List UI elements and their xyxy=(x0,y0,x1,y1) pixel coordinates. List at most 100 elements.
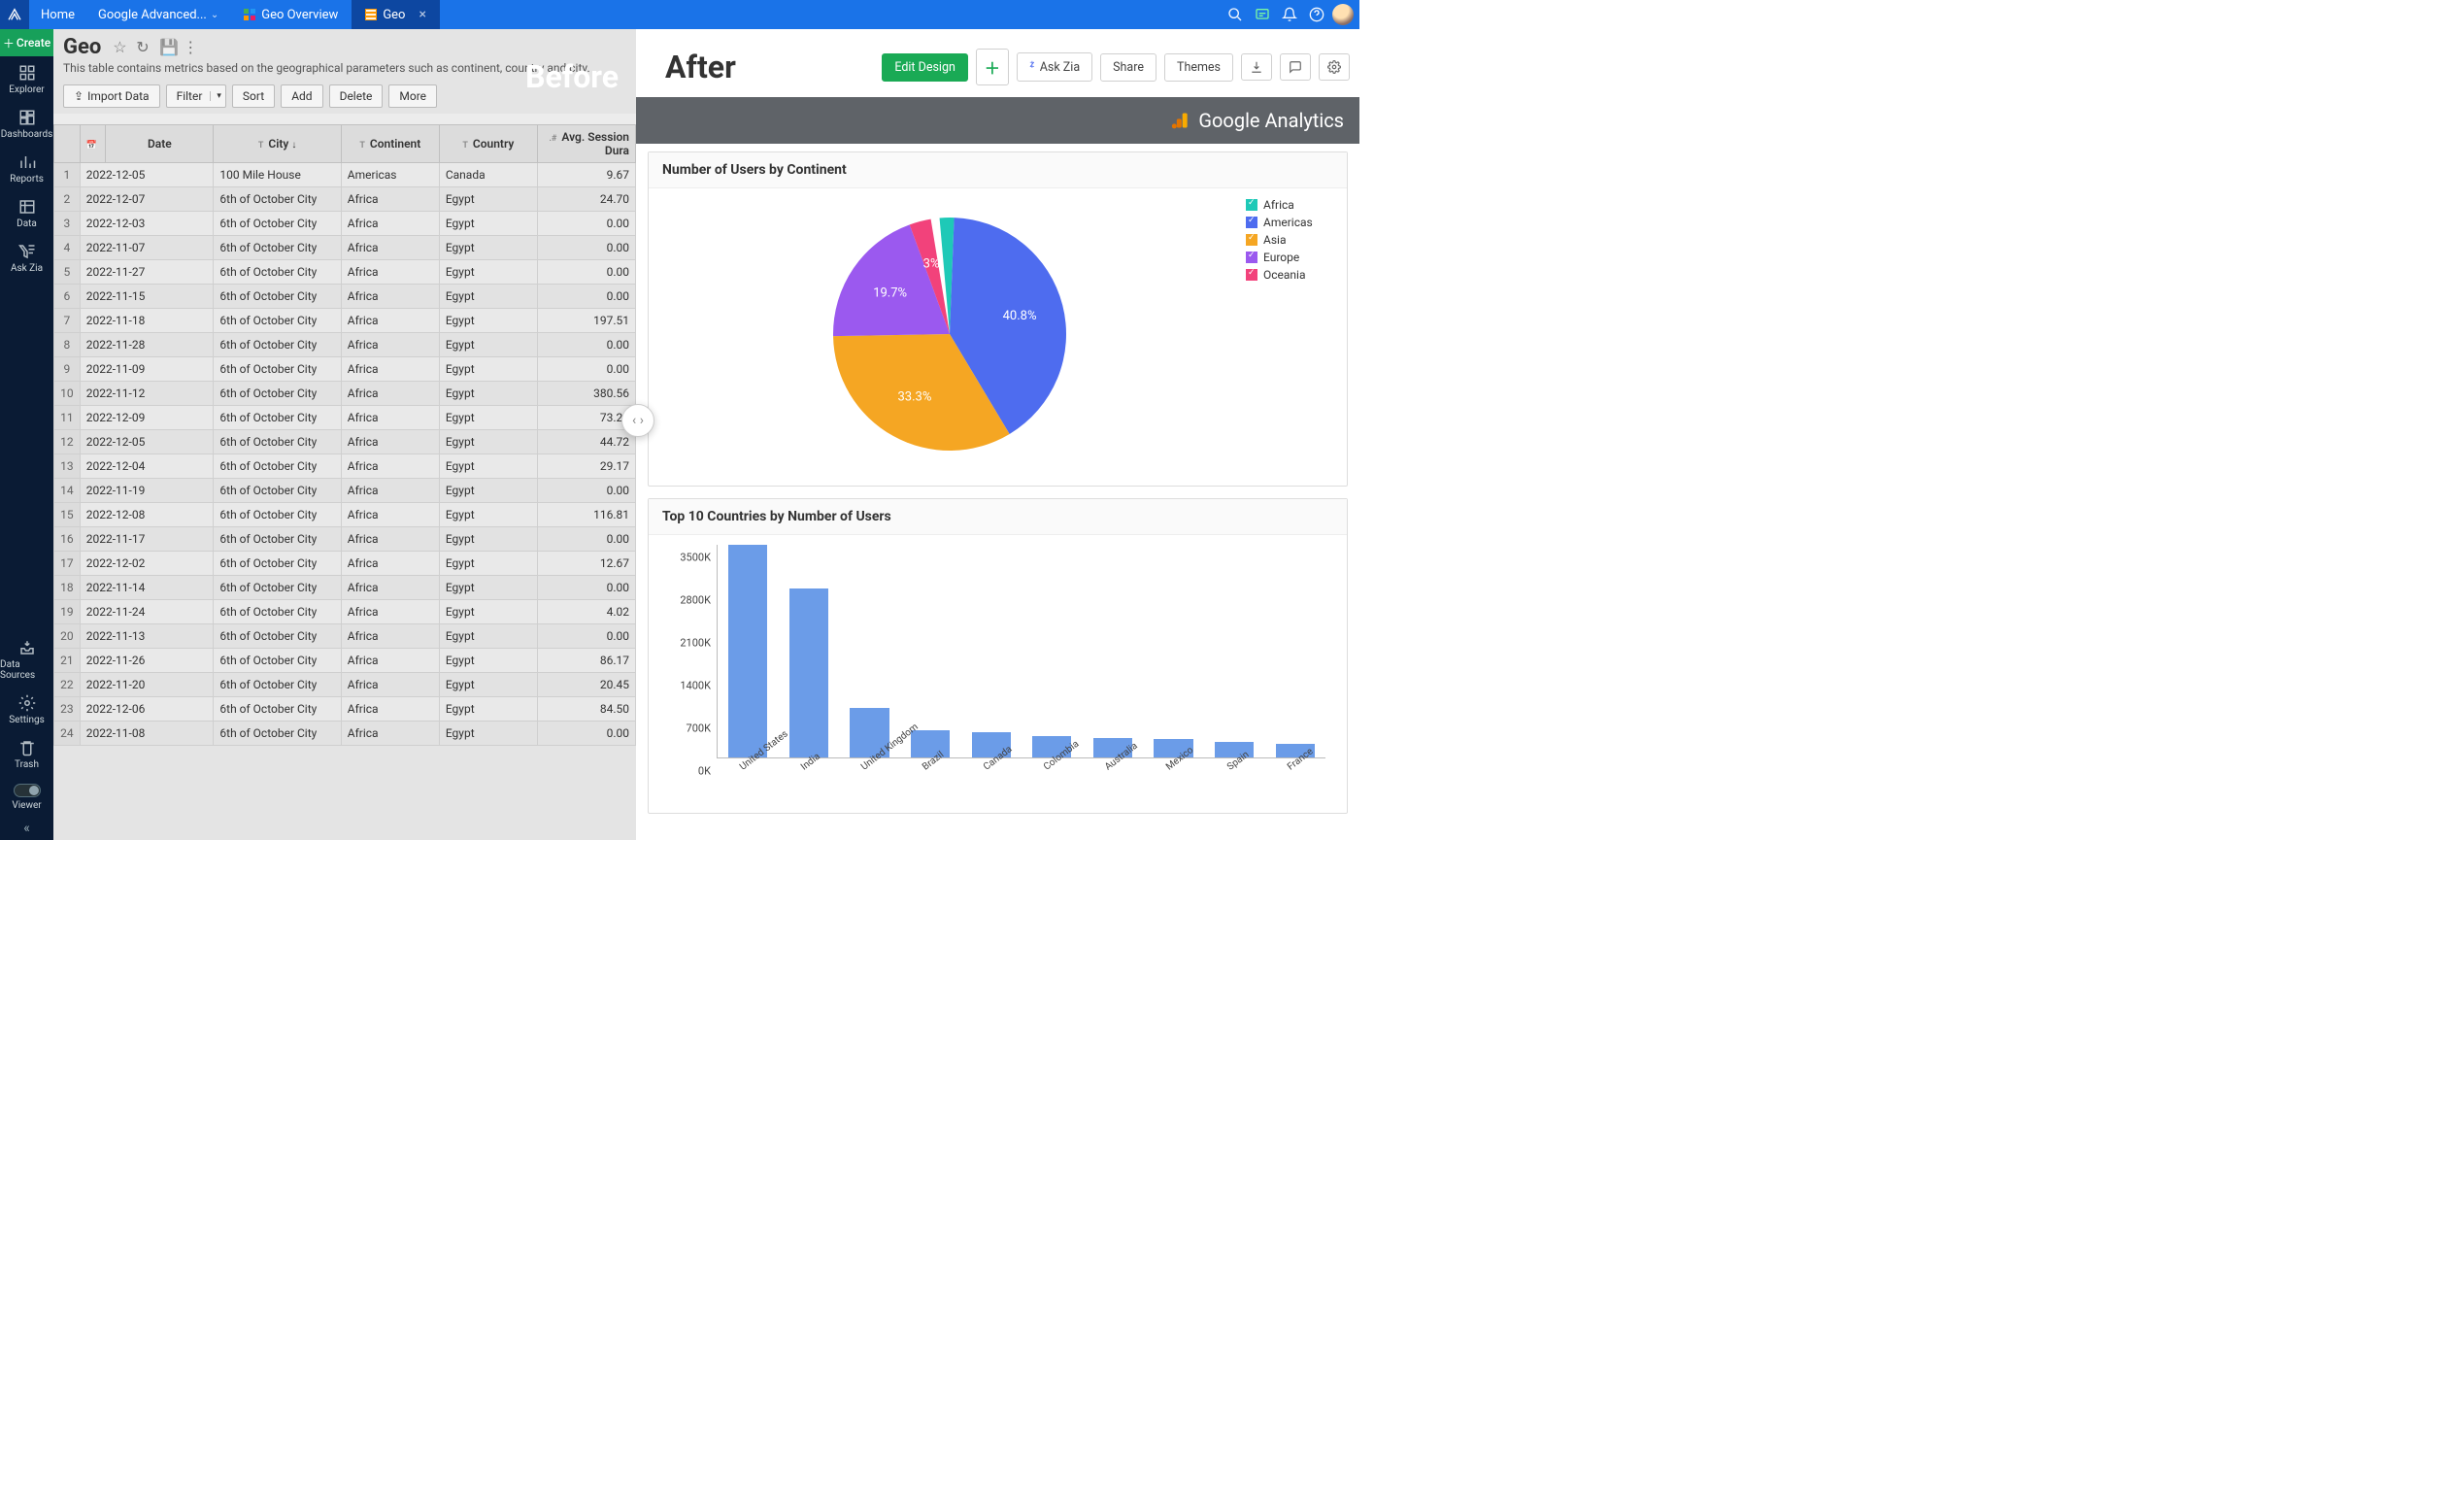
legend-swatch xyxy=(1246,269,1257,281)
breadcrumb-workspace[interactable]: Google Advanced... ⌄ xyxy=(86,0,230,29)
table-row[interactable]: 142022-11-196th of October CityAfricaEgy… xyxy=(54,479,636,503)
legend-item[interactable]: Asia xyxy=(1246,233,1333,247)
column-header[interactable]: .# Avg. Session Dura xyxy=(537,125,635,163)
table-row[interactable]: 92022-11-096th of October CityAfricaEgyp… xyxy=(54,357,636,382)
geo-table[interactable]: 📅 DateT City ↓T ContinentT Country.# Avg… xyxy=(53,124,636,746)
table-row[interactable]: 22022-12-076th of October CityAfricaEgyp… xyxy=(54,187,636,212)
legend-item[interactable]: Africa xyxy=(1246,198,1333,212)
collapse-sidebar-icon[interactable]: « xyxy=(0,817,53,840)
bar[interactable] xyxy=(911,730,950,757)
legend-item[interactable]: Oceania xyxy=(1246,268,1333,282)
save-icon[interactable]: 💾 xyxy=(159,38,175,53)
table-row[interactable]: 42022-11-076th of October CityAfricaEgyp… xyxy=(54,236,636,260)
sidebar-item-data-sources[interactable]: Data Sources xyxy=(0,631,53,687)
create-button[interactable]: ＋Create xyxy=(0,29,53,56)
table-row[interactable]: 202022-11-136th of October CityAfricaEgy… xyxy=(54,624,636,649)
bar[interactable] xyxy=(789,588,828,757)
table-row[interactable]: 222022-11-206th of October CityAfricaEgy… xyxy=(54,673,636,697)
split-handle[interactable]: ‹ › xyxy=(621,404,654,437)
star-icon[interactable]: ☆ xyxy=(113,38,128,53)
nav-icon xyxy=(18,639,36,656)
table-row[interactable]: 52022-11-276th of October CityAfricaEgyp… xyxy=(54,260,636,285)
breadcrumb-home[interactable]: Home xyxy=(29,0,86,29)
table-row[interactable]: 72022-11-186th of October CityAfricaEgyp… xyxy=(54,309,636,333)
bell-icon[interactable] xyxy=(1276,1,1303,28)
table-row[interactable]: 162022-11-176th of October CityAfricaEgy… xyxy=(54,527,636,552)
pie-slice-label: 3% xyxy=(922,256,939,271)
edit-design-button[interactable]: Edit Design xyxy=(882,53,968,82)
legend-item[interactable]: Americas xyxy=(1246,216,1333,229)
table-row[interactable]: 152022-12-086th of October CityAfricaEgy… xyxy=(54,503,636,527)
column-header[interactable]: T Country xyxy=(439,125,537,163)
column-header[interactable] xyxy=(54,125,81,163)
import-data-button[interactable]: ⇪Import Data xyxy=(63,84,160,108)
add-button[interactable]: ＋ xyxy=(976,49,1009,85)
toggle-icon xyxy=(14,784,41,797)
create-label: Create xyxy=(17,36,50,50)
close-icon[interactable]: × xyxy=(419,7,425,22)
more-button[interactable]: More xyxy=(388,84,437,108)
table-row[interactable]: 122022-12-056th of October CityAfricaEgy… xyxy=(54,430,636,454)
sidebar-item-label: Dashboards xyxy=(1,129,53,140)
sidebar-item-data[interactable]: Data xyxy=(1,190,53,235)
design-toolbar: Edit Design ＋ ᙇAsk Zia Share Themes xyxy=(882,49,1350,85)
table-row[interactable]: 32022-12-036th of October CityAfricaEgyp… xyxy=(54,212,636,236)
ask-zia-button[interactable]: ᙇAsk Zia xyxy=(1017,52,1092,82)
sidebar-item-ask-zia[interactable]: Ask Zia xyxy=(1,235,53,280)
column-header[interactable]: Date xyxy=(106,125,214,163)
ga-banner: Google Analytics xyxy=(636,97,1359,144)
bar-chart: 0K700K1400K2100K2800K3500K United States… xyxy=(662,545,1333,797)
avatar[interactable] xyxy=(1332,4,1354,25)
chat-icon[interactable] xyxy=(1249,1,1276,28)
chevron-down-icon[interactable]: ▾ xyxy=(210,91,221,101)
before-pane: Geo ☆ ↻ 💾 ⋮ This table contains metrics … xyxy=(53,29,636,840)
table-row[interactable]: 192022-11-246th of October CityAfricaEgy… xyxy=(54,600,636,624)
themes-button[interactable]: Themes xyxy=(1164,53,1233,82)
table-row[interactable]: 132022-12-046th of October CityAfricaEgy… xyxy=(54,454,636,479)
sidebar-viewer-toggle[interactable]: Viewer xyxy=(0,776,53,817)
column-header[interactable]: 📅 xyxy=(80,125,105,163)
table-row[interactable]: 102022-11-126th of October CityAfricaEgy… xyxy=(54,382,636,406)
chevron-down-icon: ⌄ xyxy=(211,10,218,20)
export-icon[interactable] xyxy=(1241,53,1272,81)
filter-button[interactable]: Filter▾ xyxy=(166,84,226,108)
pie-chart: 40.8%33.3%19.7%3% xyxy=(804,198,1105,470)
sidebar-item-explorer[interactable]: Explorer xyxy=(1,56,53,101)
sidebar-item-dashboards[interactable]: Dashboards xyxy=(1,101,53,146)
page-title: Geo xyxy=(63,35,101,59)
settings-icon[interactable] xyxy=(1319,53,1350,81)
delete-button[interactable]: Delete xyxy=(329,84,384,108)
table-row[interactable]: 82022-11-286th of October CityAfricaEgyp… xyxy=(54,333,636,357)
table-row[interactable]: 12022-12-05100 Mile HouseAmericasCanada9… xyxy=(54,163,636,187)
page-subtitle: This table contains metrics based on the… xyxy=(63,61,626,75)
table-row[interactable]: 212022-11-266th of October CityAfricaEgy… xyxy=(54,649,636,673)
sort-button[interactable]: Sort xyxy=(232,84,275,108)
share-button[interactable]: Share xyxy=(1100,53,1156,82)
table-row[interactable]: 62022-11-156th of October CityAfricaEgyp… xyxy=(54,285,636,309)
table-row[interactable]: 182022-11-146th of October CityAfricaEgy… xyxy=(54,576,636,600)
tab-geo-overview[interactable]: Geo Overview xyxy=(230,0,352,29)
add-button[interactable]: Add xyxy=(281,84,322,108)
tab-geo[interactable]: Geo × xyxy=(352,0,440,29)
app-logo[interactable] xyxy=(0,0,29,29)
table-row[interactable]: 242022-11-086th of October CityAfricaEgy… xyxy=(54,722,636,746)
comment-icon[interactable] xyxy=(1280,53,1311,81)
table-row[interactable]: 232022-12-066th of October CityAfricaEgy… xyxy=(54,697,636,722)
table-row[interactable]: 112022-12-096th of October CityAfricaEgy… xyxy=(54,406,636,430)
bar[interactable] xyxy=(728,545,767,757)
nav-icon xyxy=(18,739,36,756)
column-header[interactable]: T Continent xyxy=(341,125,439,163)
search-icon[interactable] xyxy=(1222,1,1249,28)
table-row[interactable]: 172022-12-026th of October CityAfricaEgy… xyxy=(54,552,636,576)
legend-item[interactable]: Europe xyxy=(1246,251,1333,264)
more-menu-icon[interactable]: ⋮ xyxy=(183,38,198,53)
sidebar-item-label: Trash xyxy=(15,759,39,770)
y-tick-label: 2800K xyxy=(680,594,711,607)
help-icon[interactable] xyxy=(1303,1,1330,28)
column-header[interactable]: T City ↓ xyxy=(214,125,341,163)
pie-legend: Africa Americas Asia Europe Oceania xyxy=(1246,198,1333,470)
sidebar-item-settings[interactable]: Settings xyxy=(0,687,53,731)
sidebar-item-trash[interactable]: Trash xyxy=(0,731,53,776)
refresh-icon[interactable]: ↻ xyxy=(136,38,151,53)
sidebar-item-reports[interactable]: Reports xyxy=(1,146,53,190)
